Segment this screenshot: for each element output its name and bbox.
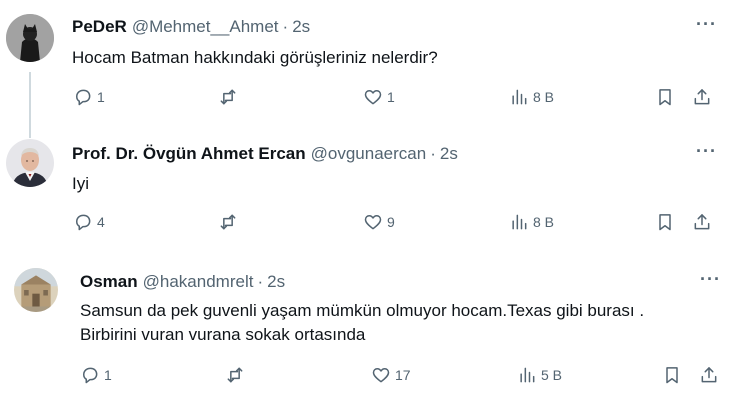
timestamp[interactable]: 2s bbox=[267, 272, 285, 292]
user-handle[interactable]: @Mehmet__Ahmet bbox=[132, 17, 279, 37]
views-button[interactable]: 8 B bbox=[509, 212, 554, 232]
reply-button[interactable]: 1 bbox=[80, 365, 112, 385]
post-actions: 4 9 8 B bbox=[0, 212, 730, 236]
like-button[interactable]: 1 bbox=[363, 87, 395, 107]
analytics-icon bbox=[520, 367, 535, 383]
like-button[interactable]: 9 bbox=[363, 212, 395, 232]
views-count: 8 B bbox=[533, 89, 555, 105]
post-actions: 1 17 5 B bbox=[0, 365, 730, 389]
reply-icon bbox=[76, 89, 91, 106]
post-actions: 1 1 8 B bbox=[0, 87, 730, 111]
views-button[interactable]: 5 B bbox=[517, 365, 562, 385]
timestamp[interactable]: 2s bbox=[292, 17, 310, 37]
share-button[interactable] bbox=[692, 87, 712, 107]
analytics-icon bbox=[512, 89, 527, 105]
avatar-image-portrait bbox=[6, 139, 54, 187]
more-options-icon[interactable]: ··· bbox=[696, 14, 717, 35]
bookmark-icon bbox=[659, 89, 671, 106]
post-text-line: Hocam Batman hakkındaki görüşleriniz nel… bbox=[72, 48, 438, 67]
views-count: 8 B bbox=[533, 214, 555, 230]
bookmark-icon bbox=[659, 214, 671, 231]
avatar[interactable] bbox=[6, 139, 54, 187]
display-name[interactable]: Osman bbox=[80, 272, 138, 292]
post-text: Iyi bbox=[72, 172, 89, 196]
share-icon bbox=[701, 367, 717, 383]
post-ovgunaercan[interactable]: Prof. Dr. Övgün Ahmet Ercan @ovgunaercan… bbox=[0, 125, 730, 255]
repost-button[interactable] bbox=[225, 365, 249, 385]
heart-icon bbox=[364, 215, 382, 230]
share-button[interactable] bbox=[692, 212, 712, 232]
more-options-icon[interactable]: ··· bbox=[700, 269, 721, 290]
bookmark-button[interactable] bbox=[655, 212, 675, 232]
reply-icon bbox=[83, 367, 98, 384]
avatar[interactable] bbox=[6, 14, 54, 62]
share-button[interactable] bbox=[699, 365, 719, 385]
like-count: 17 bbox=[395, 367, 411, 383]
like-count: 9 bbox=[387, 214, 395, 230]
post-text: Hocam Batman hakkındaki görüşleriniz nel… bbox=[72, 46, 438, 70]
share-icon bbox=[694, 214, 710, 230]
avatar-image-dark-figure bbox=[6, 14, 54, 62]
like-button[interactable]: 17 bbox=[371, 365, 411, 385]
post-text: Samsun da pek guvenli yaşam mümkün olmuy… bbox=[80, 299, 644, 347]
post-text-line: Birbirini vuran vurana sokak ortasında bbox=[80, 325, 366, 344]
repost-icon bbox=[220, 214, 236, 230]
like-count: 1 bbox=[387, 89, 395, 105]
repost-icon bbox=[227, 367, 243, 383]
heart-icon bbox=[364, 90, 382, 105]
share-icon bbox=[694, 89, 710, 105]
separator-dot: · bbox=[257, 272, 264, 291]
repost-button[interactable] bbox=[218, 87, 242, 107]
display-name[interactable]: Prof. Dr. Övgün Ahmet Ercan bbox=[72, 144, 306, 164]
separator-dot: · bbox=[282, 17, 289, 36]
repost-icon bbox=[220, 89, 236, 105]
bookmark-button[interactable] bbox=[662, 365, 682, 385]
reply-count: 1 bbox=[97, 89, 105, 105]
bookmark-button[interactable] bbox=[655, 87, 675, 107]
post-text-line: Iyi bbox=[72, 174, 89, 193]
analytics-icon bbox=[512, 214, 527, 230]
user-handle[interactable]: @ovgunaercan bbox=[311, 144, 427, 164]
separator-dot: · bbox=[430, 144, 436, 163]
user-handle[interactable]: @hakandmrelt bbox=[143, 272, 254, 292]
avatar[interactable] bbox=[14, 268, 58, 312]
reply-button[interactable]: 4 bbox=[73, 212, 105, 232]
views-count: 5 B bbox=[541, 367, 563, 383]
views-button[interactable]: 8 B bbox=[509, 87, 554, 107]
avatar-image-building bbox=[14, 268, 58, 312]
timestamp[interactable]: 2s bbox=[440, 144, 458, 164]
bookmark-icon bbox=[666, 367, 678, 384]
display-name[interactable]: PeDeR bbox=[72, 17, 127, 37]
post-header: Prof. Dr. Övgün Ahmet Ercan @ovgunaercan… bbox=[72, 144, 458, 164]
post-osman[interactable]: Osman @hakandmrelt · 2s ··· Samsun da pe… bbox=[0, 255, 730, 420]
repost-button[interactable] bbox=[218, 212, 242, 232]
post-header: Osman @hakandmrelt · 2s bbox=[80, 272, 285, 292]
post-header: PeDeR @Mehmet__Ahmet · 2s bbox=[72, 17, 310, 37]
reply-icon bbox=[76, 214, 91, 231]
heart-icon bbox=[372, 368, 390, 383]
more-options-icon[interactable]: ··· bbox=[696, 141, 717, 162]
post-peder[interactable]: PeDeR @Mehmet__Ahmet · 2s ··· Hocam Batm… bbox=[0, 0, 730, 125]
reply-button[interactable]: 1 bbox=[73, 87, 105, 107]
post-text-line: Samsun da pek guvenli yaşam mümkün olmuy… bbox=[80, 301, 645, 320]
reply-count: 1 bbox=[104, 367, 112, 383]
reply-count: 4 bbox=[97, 214, 105, 230]
